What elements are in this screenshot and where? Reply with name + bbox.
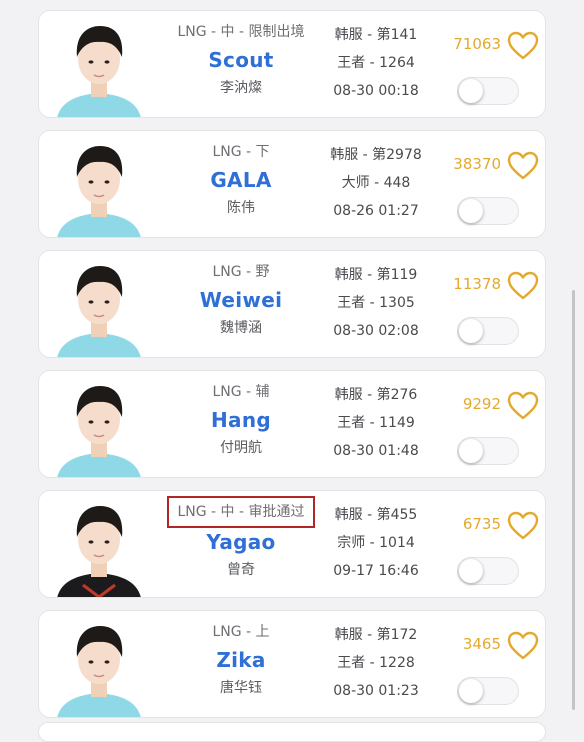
server-rank: 韩服 - 第276 (334, 387, 418, 403)
favorite-count: 71063 (453, 35, 501, 53)
server-rank: 韩服 - 第119 (334, 267, 418, 283)
favorite-count: 6735 (462, 515, 501, 533)
player-card[interactable]: LNG - 辅 Hang 付明航 韩服 - 第276 王者 - 1149 08-… (38, 370, 546, 478)
player-avatar (53, 257, 145, 357)
server-rank: 韩服 - 第141 (334, 27, 418, 43)
player-ign: Zika (216, 648, 266, 672)
player-avatar (53, 617, 145, 717)
player-ign: GALA (210, 168, 272, 192)
player-card[interactable]: LNG - 上 Zika 唐华钰 韩服 - 第172 王者 - 1228 08-… (38, 610, 546, 718)
follow-toggle[interactable] (457, 557, 519, 585)
scrollbar[interactable] (572, 290, 575, 710)
team-line-row: LNG - 下 (167, 141, 315, 163)
tier-points: 王者 - 1149 (337, 415, 415, 431)
tier-points: 王者 - 1264 (337, 55, 415, 71)
server-rank: 韩服 - 第172 (334, 627, 418, 643)
player-ign: Scout (208, 48, 274, 72)
team-line-row: LNG - 中 - 限制出境 (167, 21, 315, 43)
player-info: LNG - 上 Zika 唐华钰 (167, 621, 315, 699)
player-stats: 韩服 - 第276 王者 - 1149 08-30 01:48 (329, 381, 423, 465)
heart-icon[interactable] (507, 631, 539, 661)
tier-points: 王者 - 1305 (337, 295, 415, 311)
heart-icon[interactable] (507, 151, 539, 181)
toggle-knob (459, 199, 483, 223)
toggle-knob (459, 439, 483, 463)
player-info: LNG - 中 - 限制出境 Scout 李汭燦 (167, 21, 315, 99)
player-info: LNG - 中 - 审批通过 Yagao 曾奇 (167, 496, 315, 581)
player-ign: Yagao (206, 530, 276, 554)
team-line-row: LNG - 中 - 审批通过 (167, 496, 315, 528)
heart-icon[interactable] (507, 31, 539, 61)
player-avatar (53, 17, 145, 117)
favorite-count: 9292 (462, 395, 501, 413)
favorite-count: 3465 (462, 635, 501, 653)
team-line-row: LNG - 辅 (167, 381, 315, 403)
player-stats: 韩服 - 第172 王者 - 1228 08-30 01:23 (329, 621, 423, 705)
player-avatar (53, 497, 145, 597)
player-card[interactable]: LNG - 中 - 审批通过 Yagao 曾奇 韩服 - 第455 宗师 - 1… (38, 490, 546, 598)
tier-points: 王者 - 1228 (337, 655, 415, 671)
update-time: 09-17 16:46 (333, 563, 419, 579)
follow-toggle[interactable] (457, 317, 519, 345)
team-role-status: LNG - 下 (212, 144, 270, 160)
player-ign: Weiwei (199, 288, 283, 312)
toggle-knob (459, 79, 483, 103)
player-ign: Hang (211, 408, 271, 432)
player-info: LNG - 辅 Hang 付明航 (167, 381, 315, 459)
player-list: LNG - 中 - 限制出境 Scout 李汭燦 韩服 - 第141 王者 - … (0, 0, 584, 732)
player-stats: 韩服 - 第119 王者 - 1305 08-30 02:08 (329, 261, 423, 345)
follow-toggle[interactable] (457, 437, 519, 465)
heart-icon[interactable] (507, 271, 539, 301)
server-rank: 韩服 - 第455 (334, 507, 418, 523)
team-line-row: LNG - 野 (167, 261, 315, 283)
follow-toggle[interactable] (457, 77, 519, 105)
player-stats: 韩服 - 第2978 大师 - 448 08-26 01:27 (329, 141, 423, 225)
team-role-status: LNG - 辅 (212, 384, 270, 400)
update-time: 08-30 01:48 (333, 443, 419, 459)
team-line-row: LNG - 上 (167, 621, 315, 643)
player-info: LNG - 野 Weiwei 魏博涵 (167, 261, 315, 339)
player-avatar (53, 137, 145, 237)
player-real-name: 李汭燦 (220, 80, 262, 96)
update-time: 08-30 02:08 (333, 323, 419, 339)
player-stats: 韩服 - 第455 宗师 - 1014 09-17 16:46 (329, 501, 423, 585)
player-stats: 韩服 - 第141 王者 - 1264 08-30 00:18 (329, 21, 423, 105)
toggle-knob (459, 319, 483, 343)
team-role-status: LNG - 中 - 限制出境 (177, 24, 305, 40)
update-time: 08-30 01:23 (333, 683, 419, 699)
player-card[interactable]: LNG - 野 Weiwei 魏博涵 韩服 - 第119 王者 - 1305 0… (38, 250, 546, 358)
tier-points: 宗师 - 1014 (337, 535, 415, 551)
player-card[interactable]: LNG - 中 - 限制出境 Scout 李汭燦 韩服 - 第141 王者 - … (38, 10, 546, 118)
team-role-status: LNG - 中 - 审批通过 (167, 496, 315, 528)
server-rank: 韩服 - 第2978 (330, 147, 422, 163)
team-role-status: LNG - 野 (212, 264, 270, 280)
heart-icon[interactable] (507, 391, 539, 421)
player-card[interactable]: LNG - 下 GALA 陈伟 韩服 - 第2978 大师 - 448 08-2… (38, 130, 546, 238)
update-time: 08-26 01:27 (333, 203, 419, 219)
favorite-count: 11378 (453, 275, 501, 293)
tier-points: 大师 - 448 (341, 175, 411, 191)
heart-icon[interactable] (507, 511, 539, 541)
player-real-name: 陈伟 (227, 200, 255, 216)
player-real-name: 曾奇 (227, 562, 255, 578)
favorite-count: 38370 (453, 155, 501, 173)
toggle-knob (459, 559, 483, 583)
follow-toggle[interactable] (457, 197, 519, 225)
player-info: LNG - 下 GALA 陈伟 (167, 141, 315, 219)
player-real-name: 魏博涵 (220, 320, 262, 336)
follow-toggle[interactable] (457, 677, 519, 705)
player-real-name: 付明航 (220, 440, 262, 456)
next-card-edge (38, 722, 546, 742)
player-real-name: 唐华钰 (220, 680, 262, 696)
toggle-knob (459, 679, 483, 703)
player-avatar (53, 377, 145, 477)
team-role-status: LNG - 上 (212, 624, 270, 640)
update-time: 08-30 00:18 (333, 83, 419, 99)
